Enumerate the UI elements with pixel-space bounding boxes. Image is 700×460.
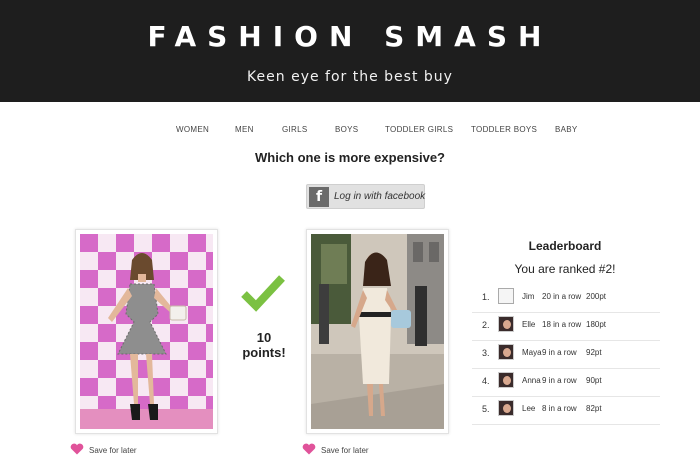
leaderboard-row: 1. Jim 20 in a row 200pt xyxy=(472,284,660,313)
nav-item-baby[interactable]: BABY xyxy=(555,125,578,134)
leaderboard-name: Elle xyxy=(522,320,536,329)
leaderboard-row: 3. Maya 9 in a row 92pt xyxy=(472,340,660,369)
leaderboard-points: 82pt xyxy=(586,404,602,413)
avatar xyxy=(498,316,514,332)
leaderboard-points: 180pt xyxy=(586,320,607,329)
facebook-login-label: Log in with facebook xyxy=(334,191,426,202)
leaderboard-streak: 20 in a row xyxy=(542,292,582,301)
leaderboard-row: 4. Anna 9 in a row 90pt xyxy=(472,368,660,397)
leaderboard-streak: 9 in a row xyxy=(542,376,577,385)
facebook-login-button[interactable]: f Log in with facebook xyxy=(306,184,425,209)
result-points-suffix: points! xyxy=(242,345,286,360)
site-header: FASHION SMASH Keen eye for the best buy xyxy=(0,0,700,102)
leaderboard-streak: 9 in a row xyxy=(542,348,577,357)
leaderboard-row: 5. Lee 8 in a row 82pt xyxy=(472,396,660,425)
checkmark-icon xyxy=(241,275,285,312)
leaderboard-name: Lee xyxy=(522,404,536,413)
leaderboard-points: 90pt xyxy=(586,376,602,385)
leaderboard-points: 92pt xyxy=(586,348,602,357)
leaderboard-points: 200pt xyxy=(586,292,607,301)
nav-item-toddler-girls[interactable]: TODDLER GIRLS xyxy=(385,125,453,134)
leaderboard-title: Leaderboard xyxy=(528,239,602,253)
heart-icon xyxy=(70,443,84,455)
result-points: 10 points! xyxy=(236,330,292,360)
nav-item-women[interactable]: WOMEN xyxy=(176,125,209,134)
category-nav: WOMEN MEN GIRLS BOYS TODDLER GIRLS TODDL… xyxy=(0,125,700,139)
result-points-value: 10 xyxy=(256,330,272,345)
leaderboard-rank-number: 5. xyxy=(482,404,490,414)
model-on-street-image xyxy=(311,234,444,429)
leaderboard-name: Jim xyxy=(522,292,535,301)
avatar xyxy=(498,372,514,388)
leaderboard-rank-number: 4. xyxy=(482,376,490,386)
product-photo-left xyxy=(80,234,213,429)
site-title[interactable]: FASHION SMASH xyxy=(0,20,700,53)
site-tagline: Keen eye for the best buy xyxy=(247,69,453,85)
nav-item-boys[interactable]: BOYS xyxy=(335,125,358,134)
leaderboard-rank-number: 3. xyxy=(482,348,490,358)
leaderboard-name: Anna xyxy=(522,376,541,385)
avatar xyxy=(498,400,514,416)
leaderboard-user-rank: You are ranked #2! xyxy=(514,262,616,276)
leaderboard-rank-number: 1. xyxy=(482,292,490,302)
nav-item-girls[interactable]: GIRLS xyxy=(282,125,308,134)
heart-icon xyxy=(302,443,316,455)
product-card-right[interactable] xyxy=(306,229,449,434)
leaderboard-row: 2. Elle 18 in a row 180pt xyxy=(472,312,660,341)
nav-item-men[interactable]: MEN xyxy=(235,125,254,134)
avatar xyxy=(498,288,514,304)
leaderboard-name: Maya xyxy=(522,348,542,357)
game-question: Which one is more expensive? xyxy=(255,150,445,165)
avatar xyxy=(498,344,514,360)
facebook-icon: f xyxy=(309,187,329,207)
leaderboard-rank-number: 2. xyxy=(482,320,490,330)
product-photo-right xyxy=(311,234,444,429)
product-card-left[interactable] xyxy=(75,229,218,434)
leaderboard-streak: 18 in a row xyxy=(542,320,582,329)
save-for-later-label: Save for later xyxy=(89,446,137,455)
model-on-pink-backdrop-image xyxy=(80,234,213,429)
leaderboard-streak: 8 in a row xyxy=(542,404,577,413)
save-for-later-label: Save for later xyxy=(321,446,369,455)
nav-item-toddler-boys[interactable]: TODDLER BOYS xyxy=(471,125,537,134)
